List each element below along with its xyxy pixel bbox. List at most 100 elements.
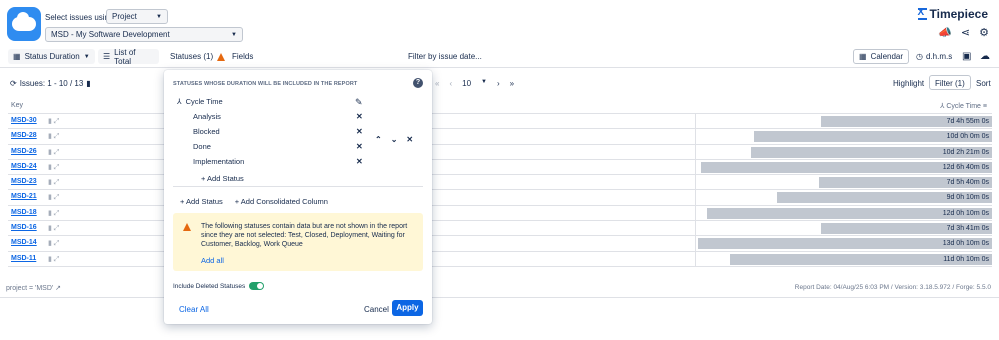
issue-key-link[interactable]: MSD-26 (11, 148, 37, 155)
pencil-icon[interactable]: ✎ (355, 97, 363, 108)
column-separator (695, 190, 696, 205)
first-page-icon[interactable]: « (435, 79, 439, 88)
announcement-icon[interactable]: 📣 (938, 26, 952, 39)
prev-page-icon[interactable]: ‹ (449, 79, 452, 88)
duration-bar[interactable]: 13d 0h 10m 0s (698, 238, 992, 250)
issue-key-link[interactable]: MSD-16 (11, 224, 37, 231)
time-format-button[interactable]: ◷ d.h.m.s (916, 52, 952, 61)
remove-icon[interactable]: ✕ (356, 157, 363, 166)
time-format-label: d.h.m.s (925, 52, 953, 61)
remove-icon[interactable]: ✕ (356, 142, 363, 151)
duration-bar[interactable]: 9d 0h 10m 0s (777, 192, 992, 204)
list-of-total-label: List of Total (114, 47, 136, 66)
issue-key-link[interactable]: MSD-24 (11, 163, 37, 170)
duration-value: 12d 0h 10m 0s (942, 209, 989, 217)
duration-bar[interactable]: 10d 0h 0m 0s (754, 131, 992, 143)
table-row: MSD-23 ▮ ⤢ 7d 5h 40m 0s (8, 175, 992, 191)
gear-icon[interactable]: ⚙ (979, 26, 989, 39)
divider (173, 186, 423, 187)
table-row: MSD-16 ▮ ⤢ 7d 3h 41m 0s (8, 221, 992, 237)
row-actions-icon[interactable]: ▮ ⤢ (48, 132, 59, 141)
status-item: Blocked (193, 127, 220, 136)
cycle-time-column-header[interactable]: ⅄ Cycle Time ≡ (940, 102, 987, 110)
row-actions-icon[interactable]: ▮ ⤢ (48, 209, 59, 218)
duration-bar[interactable]: 7d 4h 55m 0s (821, 116, 992, 127)
row-actions-icon[interactable]: ▮ ⤢ (48, 178, 59, 187)
filter-by-date[interactable]: Filter by issue date... (408, 52, 482, 61)
column-separator (695, 129, 696, 144)
duration-bar[interactable]: 12d 6h 40m 0s (701, 161, 992, 173)
help-icon[interactable]: ? (413, 78, 423, 88)
jql-text: project = 'MSD' (6, 285, 54, 292)
issue-key-link[interactable]: MSD-21 (11, 193, 37, 200)
remove-icon[interactable]: ✕ (356, 127, 363, 136)
add-consolidated-column-button[interactable]: + Add Consolidated Column (235, 197, 328, 206)
source-select[interactable]: Project ▼ (106, 9, 168, 24)
issue-key-link[interactable]: MSD-30 (11, 117, 37, 124)
move-up-icon[interactable]: ⌃ (375, 135, 382, 144)
row-actions-icon[interactable]: ▮ ⤢ (48, 255, 59, 264)
duration-bar[interactable]: 11d 0h 10m 0s (730, 253, 992, 265)
issue-key-link[interactable]: MSD-11 (11, 255, 36, 262)
brand: Timepiece (917, 7, 988, 21)
add-status-button[interactable]: + Add Status (180, 197, 223, 206)
duration-bar[interactable]: 10d 2h 21m 0s (751, 146, 992, 158)
row-actions-icon[interactable]: ▮ ⤢ (48, 148, 59, 157)
highlight-button[interactable]: Highlight (893, 79, 924, 88)
row-actions-icon[interactable]: ▮ ⤢ (48, 193, 59, 202)
duration-bar[interactable]: 7d 5h 40m 0s (819, 177, 992, 189)
issue-key-link[interactable]: MSD-23 (11, 178, 37, 185)
share-icon[interactable]: ⋖ (961, 26, 970, 39)
duration-value: 10d 0h 0m 0s (946, 133, 989, 141)
duration-bar[interactable]: 12d 0h 10m 0s (707, 207, 992, 219)
fields-label: Fields (232, 52, 254, 61)
report-icon[interactable]: ▣ (962, 51, 971, 62)
fields-button[interactable]: Fields (227, 49, 258, 64)
table-body: MSD-30 ▮ ⤢ 7d 4h 55m 0s MSD-28 ▮ ⤢ 10d 0h 0m … (8, 114, 992, 267)
page-size[interactable]: 10 (462, 79, 471, 88)
table-header: Key ⅄ Cycle Time ≡ (8, 98, 992, 114)
chevron-down-icon: ▼ (231, 32, 237, 38)
sort-button[interactable]: Sort (976, 79, 991, 88)
key-column-header[interactable]: Key (11, 102, 23, 109)
list-of-total-button[interactable]: ☰ List of Total (98, 47, 159, 66)
project-select-value: MSD - My Software Development (51, 30, 170, 39)
remove-icon[interactable]: ✕ (356, 112, 363, 121)
status-item: Analysis (193, 112, 221, 121)
cloud-export-icon[interactable]: ☁ (980, 51, 990, 62)
status-duration-button[interactable]: ▦ Status Duration ▼ (8, 49, 95, 64)
row-actions-icon[interactable]: ▮ ⤢ (48, 163, 59, 172)
duration-bar[interactable]: 7d 3h 41m 0s (821, 223, 992, 235)
move-down-icon[interactable]: ⌄ (391, 135, 398, 144)
cycle-time-header-label: Cycle Time (946, 103, 981, 110)
cycle-time-group: ⅄ Cycle Time (177, 97, 223, 106)
issue-key-link[interactable]: MSD-14 (11, 239, 37, 246)
next-page-icon[interactable]: › (497, 79, 500, 88)
add-status-in-group-button[interactable]: + Add Status (201, 174, 244, 183)
clear-all-button[interactable]: Clear All (179, 305, 209, 314)
refresh-icon[interactable]: ⟳ (10, 79, 17, 88)
remove-group-icon[interactable]: ✕ (406, 135, 413, 144)
table-row: MSD-24 ▮ ⤢ 12d 6h 40m 0s (8, 159, 992, 176)
issues-count-label: Issues: 1 - 10 / 13 (19, 79, 84, 88)
external-link-icon[interactable]: ↗ (55, 285, 61, 292)
add-all-link[interactable]: Add all (201, 256, 224, 265)
filter-button[interactable]: Filter (1) (929, 75, 971, 90)
column-separator (695, 236, 696, 251)
calendar-button[interactable]: ▦ Calendar (853, 49, 910, 64)
statuses-button[interactable]: Statuses (1) (165, 49, 230, 64)
row-actions-icon[interactable]: ▮ ⤢ (48, 224, 59, 233)
issue-key-link[interactable]: MSD-18 (11, 209, 37, 216)
project-select[interactable]: MSD - My Software Development ▼ (45, 27, 243, 42)
include-deleted-toggle[interactable] (249, 282, 265, 290)
chevron-down-icon[interactable]: ▼ (481, 79, 487, 88)
chevron-down-icon: ▼ (83, 53, 90, 60)
apply-button[interactable]: Apply (392, 300, 423, 316)
last-page-icon[interactable]: » (510, 79, 514, 88)
issues-count: ⟳ Issues: 1 - 10 / 13 ▮ (10, 79, 91, 88)
cancel-button[interactable]: Cancel (364, 305, 389, 314)
chart-icon[interactable]: ▮ (86, 79, 90, 88)
row-actions-icon[interactable]: ▮ ⤢ (48, 117, 59, 126)
issue-key-link[interactable]: MSD-28 (11, 132, 37, 139)
row-actions-icon[interactable]: ▮ ⤢ (48, 239, 59, 248)
